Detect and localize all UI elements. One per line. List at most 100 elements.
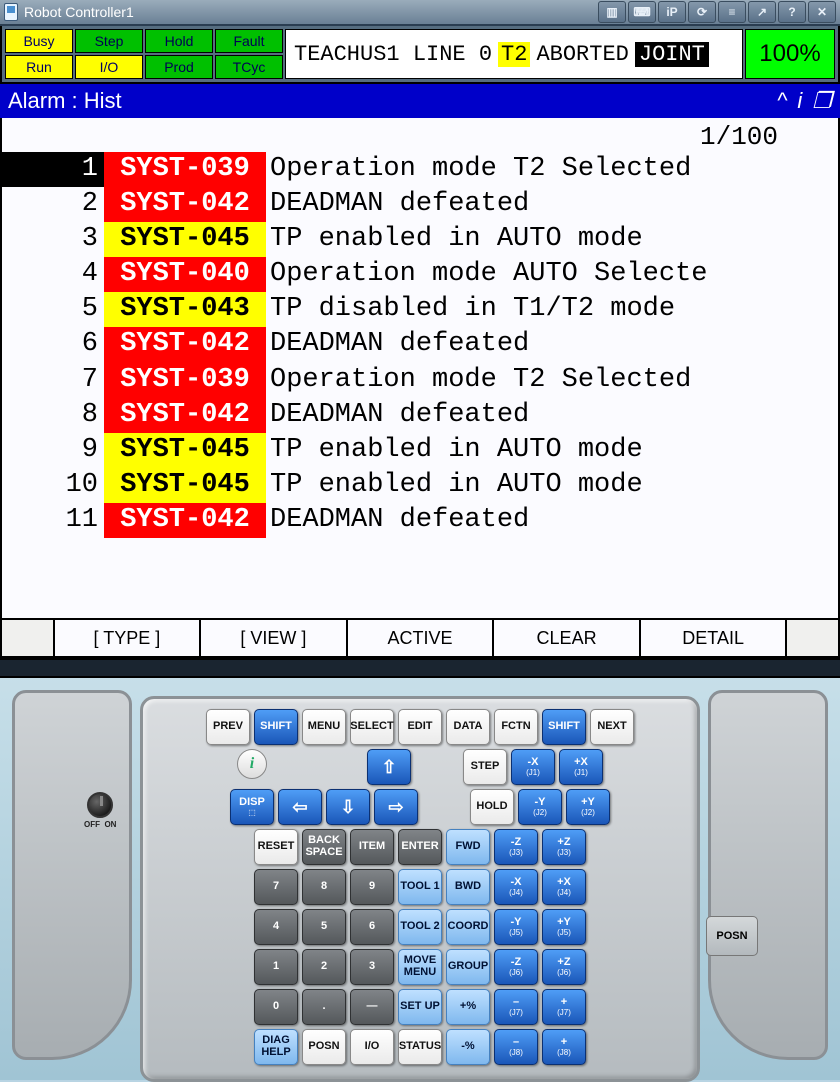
jog-plus-x-j1[interactable]: +X(J1): [559, 749, 603, 785]
enter-button[interactable]: ENTER: [398, 829, 442, 865]
backspace-button[interactable]: BACK SPACE: [302, 829, 346, 865]
alarm-row[interactable]: 1SYST-039Operation mode T2 Selected: [2, 152, 838, 187]
alarm-row[interactable]: 3SYST-045TP enabled in AUTO mode: [2, 222, 838, 257]
key-bwd[interactable]: BWD: [446, 869, 490, 905]
tool-signal-icon[interactable]: ≡: [718, 1, 746, 23]
jog-minus-y-j2[interactable]: -Y(J2): [518, 789, 562, 825]
arrow-left-button[interactable]: ⇦: [278, 789, 322, 825]
jog-minus-x-j1[interactable]: -X(J1): [511, 749, 555, 785]
key-shift[interactable]: SHIFT: [254, 709, 298, 745]
key-9[interactable]: 9: [350, 869, 394, 905]
key-io[interactable]: I/O: [350, 1029, 394, 1065]
screen-bezel: [0, 658, 840, 678]
disp-button[interactable]: DISP⬚: [230, 789, 274, 825]
alarm-row[interactable]: 4SYST-040Operation mode AUTO Selecte: [2, 257, 838, 292]
key-5[interactable]: 5: [302, 909, 346, 945]
key-next[interactable]: NEXT: [590, 709, 634, 745]
alarm-row[interactable]: 7SYST-039Operation mode T2 Selected: [2, 363, 838, 398]
key-3[interactable]: 3: [350, 949, 394, 985]
key-0[interactable]: 0: [254, 989, 298, 1025]
jog-plus-j7[interactable]: +(J7): [542, 989, 586, 1025]
key-fctn[interactable]: FCTN: [494, 709, 538, 745]
tool-keyboard-icon[interactable]: ⌨: [628, 1, 656, 23]
fkey-clear[interactable]: CLEAR: [494, 620, 641, 656]
alarm-code: SYST-042: [104, 187, 266, 222]
jog-plus-y-j2[interactable]: +Y(J2): [566, 789, 610, 825]
dial-icon[interactable]: [87, 792, 113, 818]
fkey-type[interactable]: [ TYPE ]: [55, 620, 202, 656]
key-pct-down[interactable]: -%: [446, 1029, 490, 1065]
tool-refresh-icon[interactable]: ⟳: [688, 1, 716, 23]
key-group[interactable]: GROUP: [446, 949, 490, 985]
arrow-up-button[interactable]: ⇧: [367, 749, 411, 785]
key-6[interactable]: 6: [350, 909, 394, 945]
key-menu[interactable]: MENU: [302, 709, 346, 745]
key-edit[interactable]: EDIT: [398, 709, 442, 745]
key-posn[interactable]: POSN: [302, 1029, 346, 1065]
key-movemenu[interactable]: MOVE MENU: [398, 949, 442, 985]
alarm-code: SYST-039: [104, 152, 266, 187]
tool-ip-icon[interactable]: iP: [658, 1, 686, 23]
jog-minus-y-j5[interactable]: -Y(J5): [494, 909, 538, 945]
jog-plus-z-j3[interactable]: +Z(J3): [542, 829, 586, 865]
alarm-row[interactable]: 2SYST-042DEADMAN defeated: [2, 187, 838, 222]
fkey-view[interactable]: [ VIEW ]: [201, 620, 348, 656]
info-button[interactable]: i: [237, 749, 267, 779]
fwd-button[interactable]: FWD: [446, 829, 490, 865]
window-multi-icon[interactable]: ❐: [812, 88, 832, 114]
key-diaghelp[interactable]: DIAG HELP: [254, 1029, 298, 1065]
caret-up-icon[interactable]: ^: [777, 88, 787, 114]
jog-minus-j8[interactable]: –(J8): [494, 1029, 538, 1065]
tool-export-icon[interactable]: ↗: [748, 1, 776, 23]
jog-plus-j8[interactable]: +(J8): [542, 1029, 586, 1065]
tool-pendant-icon[interactable]: ▥: [598, 1, 626, 23]
hold-button[interactable]: HOLD: [470, 789, 514, 825]
jog-plus-x-j4[interactable]: +X(J4): [542, 869, 586, 905]
key-1[interactable]: 1: [254, 949, 298, 985]
jog-plus-y-j5[interactable]: +Y(J5): [542, 909, 586, 945]
key-status[interactable]: STATUS: [398, 1029, 442, 1065]
key-7[interactable]: 7: [254, 869, 298, 905]
key-pct-up[interactable]: +%: [446, 989, 490, 1025]
jog-plus-z-j6[interactable]: +Z(J6): [542, 949, 586, 985]
key-select[interactable]: SELECT: [350, 709, 394, 745]
key-tool1[interactable]: TOOL 1: [398, 869, 442, 905]
step-button[interactable]: STEP: [463, 749, 507, 785]
alarm-row[interactable]: 6SYST-042DEADMAN defeated: [2, 327, 838, 362]
enable-switch[interactable]: OFF ON: [84, 792, 116, 829]
jog-minus-z-j3[interactable]: -Z(J3): [494, 829, 538, 865]
key-setup[interactable]: SET UP: [398, 989, 442, 1025]
alarm-row[interactable]: 11SYST-042DEADMAN defeated: [2, 503, 838, 538]
alarm-table[interactable]: 1SYST-039Operation mode T2 Selected2SYST…: [2, 152, 838, 538]
alarm-row[interactable]: 9SYST-045TP enabled in AUTO mode: [2, 433, 838, 468]
key-2[interactable]: 2: [302, 949, 346, 985]
item-button[interactable]: ITEM: [350, 829, 394, 865]
key-prev[interactable]: PREV: [206, 709, 250, 745]
arrow-right-button[interactable]: ⇨: [374, 789, 418, 825]
posn-side-button[interactable]: POSN: [706, 916, 758, 956]
alarm-number: 4: [2, 257, 104, 292]
jog-minus-z-j6[interactable]: -Z(J6): [494, 949, 538, 985]
key-coord[interactable]: COORD: [446, 909, 490, 945]
key-shift[interactable]: SHIFT: [542, 709, 586, 745]
key-dot[interactable]: .: [302, 989, 346, 1025]
fkey-active[interactable]: ACTIVE: [348, 620, 495, 656]
tool-help-icon[interactable]: ?: [778, 1, 806, 23]
reset-button[interactable]: RESET: [254, 829, 298, 865]
jog-minus-x-j4[interactable]: -X(J4): [494, 869, 538, 905]
key-dash[interactable]: —: [350, 989, 394, 1025]
arrow-down-button[interactable]: ⇩: [326, 789, 370, 825]
key-4[interactable]: 4: [254, 909, 298, 945]
jog-minus-j7[interactable]: –(J7): [494, 989, 538, 1025]
key-8[interactable]: 8: [302, 869, 346, 905]
alarm-row[interactable]: 10SYST-045TP enabled in AUTO mode: [2, 468, 838, 503]
key-tool2[interactable]: TOOL 2: [398, 909, 442, 945]
function-keys: [ TYPE ][ VIEW ]ACTIVECLEARDETAIL: [2, 618, 838, 656]
info-icon[interactable]: i: [797, 88, 802, 114]
mode-badge: T2: [498, 42, 530, 67]
key-data[interactable]: DATA: [446, 709, 490, 745]
alarm-row[interactable]: 8SYST-042DEADMAN defeated: [2, 398, 838, 433]
fkey-detail[interactable]: DETAIL: [641, 620, 788, 656]
alarm-row[interactable]: 5SYST-043TP disabled in T1/T2 mode: [2, 292, 838, 327]
tool-close-icon[interactable]: ✕: [808, 1, 836, 23]
